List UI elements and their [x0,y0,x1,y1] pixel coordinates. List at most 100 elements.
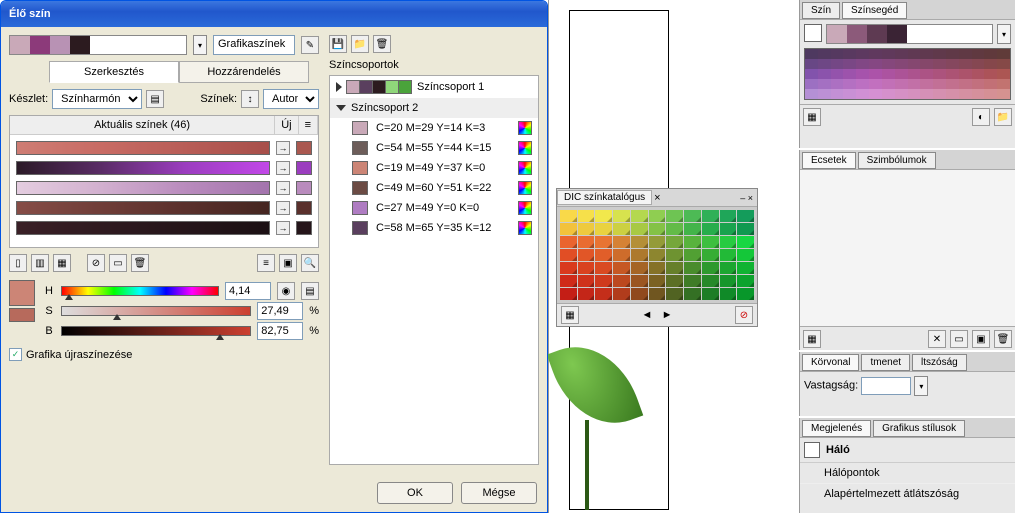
variation-swatch[interactable] [946,49,959,59]
dic-swatch[interactable] [560,223,577,235]
dic-swatch[interactable] [649,236,666,248]
dic-swatch[interactable] [702,223,719,235]
b-slider[interactable] [61,326,251,336]
strip-dropdown[interactable]: ▾ [193,35,207,55]
dic-swatch[interactable] [720,249,737,261]
variation-swatch[interactable] [984,89,997,99]
preset-menu-icon[interactable]: ▤ [146,90,164,108]
variation-swatch[interactable] [805,89,818,99]
variation-swatch[interactable] [805,59,818,69]
dic-swatch[interactable] [613,288,630,300]
dic-swatch[interactable] [578,275,595,287]
dic-swatch[interactable] [631,288,648,300]
swatch-item[interactable]: C=19 M=49 Y=37 K=0 [330,158,538,178]
variation-swatch[interactable] [946,89,959,99]
variation-swatch[interactable] [831,89,844,99]
swatch-item[interactable]: C=49 M=60 Y=51 K=22 [330,178,538,198]
close-icon[interactable]: × [654,192,660,204]
dic-swatch[interactable] [684,236,701,248]
dic-swatch[interactable] [684,249,701,261]
variation-swatch[interactable] [920,69,933,79]
variation-swatch[interactable] [920,79,933,89]
variation-swatch[interactable] [972,79,985,89]
variation-swatch[interactable] [831,79,844,89]
dic-swatch[interactable] [720,262,737,274]
dic-swatch[interactable] [720,288,737,300]
variation-swatch[interactable] [959,79,972,89]
variation-swatch[interactable] [946,69,959,79]
dic-swatch[interactable] [649,288,666,300]
dic-swatch[interactable] [684,223,701,235]
graphic-styles-select[interactable]: Grafikaszínek [213,35,295,55]
dic-swatch[interactable] [649,249,666,261]
variation-swatch[interactable] [959,89,972,99]
variation-swatch[interactable] [972,69,985,79]
swatch-item[interactable]: C=58 M=65 Y=35 K=12 [330,218,538,238]
dic-swatch[interactable] [578,249,595,261]
dic-swatch[interactable] [702,249,719,261]
dic-panel[interactable]: DIC színkatalógus × – × ▦ ◄ ► ⊘ [556,188,758,327]
arrow-icon[interactable]: → [276,161,290,175]
variation-swatch[interactable] [831,49,844,59]
stepper-icon[interactable]: ↕ [241,90,259,108]
tab-gradient[interactable]: tmenet [861,354,910,371]
tab-megjelenes[interactable]: Megjelenés [802,420,871,437]
variation-swatch[interactable] [831,69,844,79]
dic-swatch[interactable] [702,236,719,248]
grid-icon[interactable]: ▦ [53,254,71,272]
variation-swatch[interactable] [959,49,972,59]
base-color-strip[interactable] [9,35,187,55]
target-swatch[interactable] [296,161,312,175]
variation-swatch[interactable] [946,59,959,69]
tab-ecsetek[interactable]: Ecsetek [802,152,856,169]
dic-swatch[interactable] [666,288,683,300]
variation-swatch[interactable] [908,49,921,59]
variation-swatch[interactable] [856,59,869,69]
dic-swatch[interactable] [595,223,612,235]
dic-noswatch-icon[interactable]: ⊘ [735,306,753,324]
sliders-icon[interactable]: ≡ [257,254,275,272]
variation-swatch[interactable] [843,79,856,89]
variation-swatch[interactable] [933,79,946,89]
new-row-icon[interactable]: ▭ [109,254,127,272]
multi-col-icon[interactable]: ▥ [31,254,49,272]
dic-swatch[interactable] [595,210,612,222]
dic-swatch[interactable] [560,249,577,261]
variation-swatch[interactable] [843,59,856,69]
tab-edit[interactable]: Szerkesztés [49,61,179,83]
dic-swatch[interactable] [666,210,683,222]
mesh-points-item[interactable]: Hálópontok [800,463,1015,484]
dic-swatch[interactable] [595,288,612,300]
recolor-checkbox[interactable]: ✓ [9,348,22,361]
s-input[interactable] [257,302,303,320]
dic-swatch[interactable] [560,236,577,248]
brush-options-icon[interactable]: ▭ [950,330,968,348]
h-slider[interactable] [61,286,219,296]
target-swatch[interactable] [296,141,312,155]
variation-swatch[interactable] [818,89,831,99]
dic-swatch[interactable] [720,210,737,222]
variation-swatch[interactable] [908,59,921,69]
weight-input[interactable] [861,377,911,395]
dic-swatch[interactable] [737,288,754,300]
dic-swatch[interactable] [666,236,683,248]
save-icon[interactable]: 💾 [329,35,347,53]
variation-swatch[interactable] [831,59,844,69]
color-row[interactable]: → [16,141,312,155]
swatch-item[interactable]: C=54 M=55 Y=44 K=15 [330,138,538,158]
dic-swatch[interactable] [578,223,595,235]
variation-swatch[interactable] [895,69,908,79]
variation-swatch[interactable] [997,79,1010,89]
dic-swatch[interactable] [684,210,701,222]
dic-swatch[interactable] [613,210,630,222]
variation-swatch[interactable] [869,49,882,59]
variation-swatch[interactable] [882,79,895,89]
variation-swatch[interactable] [869,59,882,69]
arrow-icon[interactable]: → [276,221,290,235]
dic-swatch[interactable] [720,223,737,235]
dic-swatch[interactable] [613,262,630,274]
variation-swatch[interactable] [972,49,985,59]
group1-header[interactable]: Színcsoport 1 [330,76,538,98]
dic-swatch[interactable] [631,275,648,287]
variation-swatch[interactable] [997,89,1010,99]
